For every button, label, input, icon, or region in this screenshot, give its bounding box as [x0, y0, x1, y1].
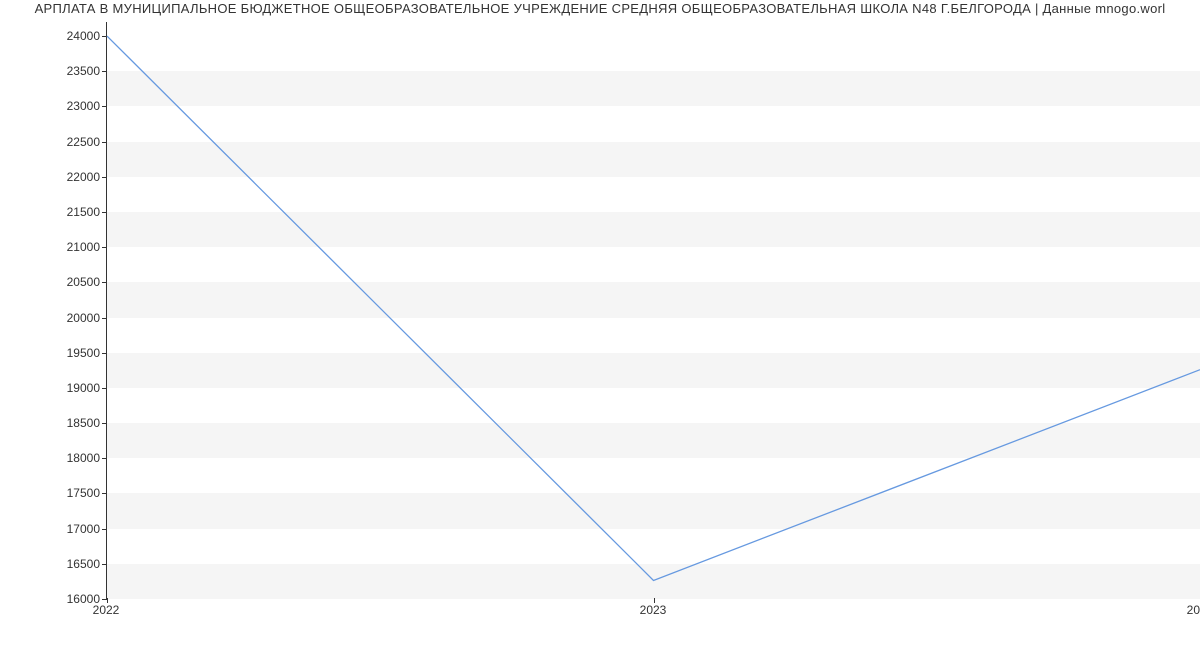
y-tick-label: 22000	[8, 170, 100, 184]
y-tick-label: 17500	[8, 486, 100, 500]
y-tick-label: 19500	[8, 346, 100, 360]
chart-title: АРПЛАТА В МУНИЦИПАЛЬНОЕ БЮДЖЕТНОЕ ОБЩЕОБ…	[0, 1, 1200, 16]
y-tick-label: 20000	[8, 311, 100, 325]
y-tick-label: 20500	[8, 275, 100, 289]
y-tick-label: 21000	[8, 240, 100, 254]
y-tick-label: 21500	[8, 205, 100, 219]
y-tick-label: 17000	[8, 522, 100, 536]
y-tick-label: 18500	[8, 416, 100, 430]
y-tick-label: 22500	[8, 135, 100, 149]
y-tick-label: 23500	[8, 64, 100, 78]
y-tick-label: 16000	[8, 592, 100, 606]
x-tick-label: 2024	[1187, 603, 1200, 617]
x-tick-label: 2022	[93, 603, 120, 617]
series-line	[107, 36, 1200, 580]
chart-container: АРПЛАТА В МУНИЦИПАЛЬНОЕ БЮДЖЕТНОЕ ОБЩЕОБ…	[0, 0, 1200, 650]
y-tick-label: 23000	[8, 99, 100, 113]
y-tick-label: 18000	[8, 451, 100, 465]
x-tick-label: 2023	[640, 603, 667, 617]
y-tick-label: 24000	[8, 29, 100, 43]
y-tick-label: 16500	[8, 557, 100, 571]
line-series	[107, 22, 1200, 598]
y-tick-label: 19000	[8, 381, 100, 395]
plot-area	[106, 22, 1200, 599]
